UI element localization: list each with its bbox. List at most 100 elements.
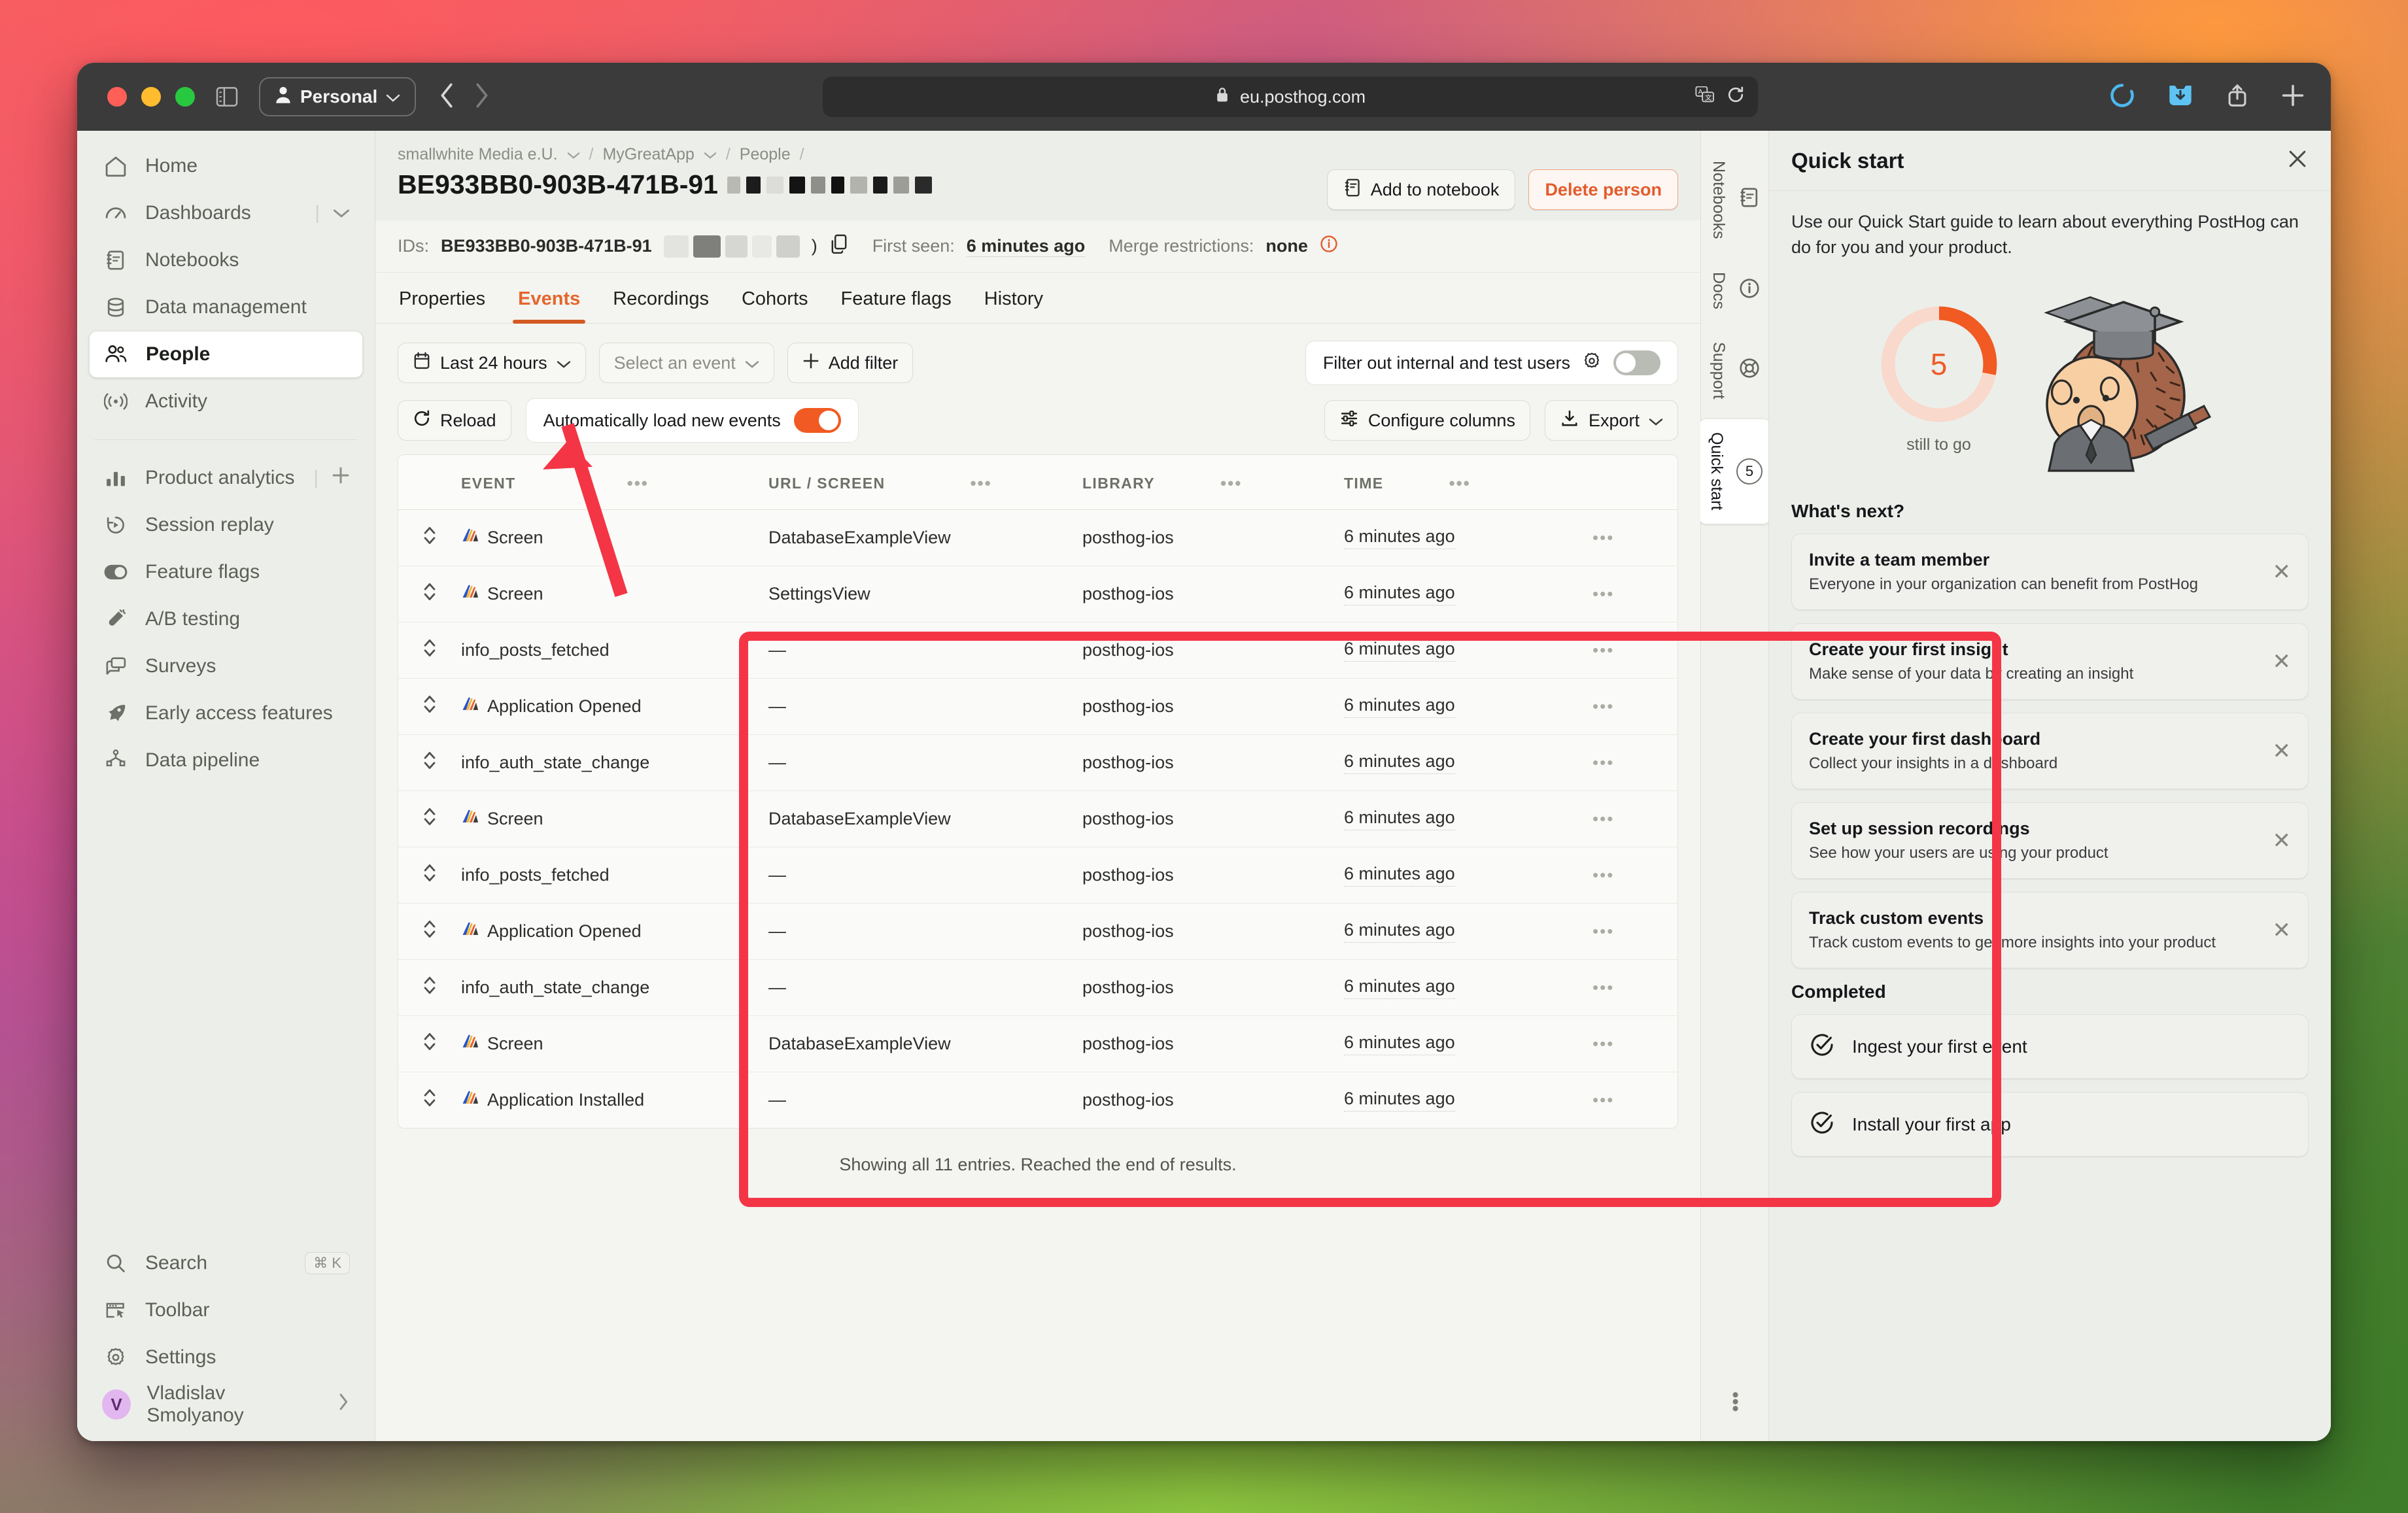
loading-spinner-icon[interactable] <box>2110 83 2135 111</box>
minimize-window-button[interactable] <box>141 87 161 107</box>
table-row[interactable]: info_auth_state_change — posthog-ios 6 minu… <box>398 959 1677 1016</box>
row-menu-button[interactable]: ••• <box>1592 847 1677 904</box>
quick-start-completed-card[interactable]: Install your first app <box>1791 1092 2309 1157</box>
ellipsis-vertical-icon[interactable]: ••• <box>1724 1391 1746 1412</box>
table-row[interactable]: Screen DatabaseExampleView posthog-ios 6 mi… <box>398 509 1677 566</box>
table-row[interactable]: Screen DatabaseExampleView posthog-ios 6 mi… <box>398 790 1677 847</box>
tab-feature-flags[interactable]: Feature flags <box>840 273 953 323</box>
row-menu-button[interactable]: ••• <box>1592 509 1677 566</box>
breadcrumb-people[interactable]: People <box>740 145 791 164</box>
filter-internal-users-toggle[interactable] <box>1613 350 1660 375</box>
breadcrumb-project[interactable]: MyGreatApp <box>602 145 694 164</box>
table-row[interactable]: Application Installed — posthog-ios 6 minut… <box>398 1072 1677 1129</box>
dismiss-icon[interactable]: ✕ <box>2273 559 2292 585</box>
sidebar-item-notebooks[interactable]: Notebooks <box>89 237 363 284</box>
quick-start-task-card[interactable]: Create your first insight Make sense of y… <box>1791 623 2309 700</box>
sidebar-item-ab-testing[interactable]: A/B testing <box>89 596 363 643</box>
quick-start-task-card[interactable]: Invite a team member Everyone in your org… <box>1791 534 2309 611</box>
dismiss-icon[interactable]: ✕ <box>2273 738 2292 764</box>
chevron-down-icon[interactable] <box>567 145 580 164</box>
dismiss-icon[interactable]: ✕ <box>2273 649 2292 675</box>
add-to-notebook-button[interactable]: Add to notebook <box>1326 169 1516 210</box>
column-menu-icon[interactable]: ••• <box>1220 473 1242 494</box>
chevron-down-icon[interactable] <box>333 202 350 224</box>
browser-back-button[interactable] <box>438 82 455 112</box>
add-filter-button[interactable]: Add filter <box>787 343 914 383</box>
translate-icon[interactable]: A文 <box>1695 86 1715 108</box>
row-expand-button[interactable] <box>398 622 461 679</box>
sidebar-toggle-icon[interactable] <box>212 82 242 112</box>
close-icon[interactable] <box>2286 148 2309 173</box>
profile-switcher-button[interactable]: Personal <box>259 77 417 116</box>
sidebar-item-activity[interactable]: Activity <box>89 378 363 425</box>
rail-item-notebooks[interactable]: Notebooks <box>1701 148 1768 252</box>
address-bar[interactable]: eu.posthog.com A文 <box>823 76 1758 117</box>
sidebar-item-session-replay[interactable]: Session replay <box>89 502 363 549</box>
sidebar-item-search[interactable]: Search ⌘ K <box>89 1240 363 1287</box>
table-row[interactable]: Screen DatabaseExampleView posthog-ios 6 mi… <box>398 1015 1677 1072</box>
row-menu-button[interactable]: ••• <box>1592 622 1677 679</box>
plus-icon[interactable] <box>332 466 350 490</box>
auto-load-events-control[interactable]: Automatically load new events <box>525 398 859 443</box>
row-menu-button[interactable]: ••• <box>1592 1015 1677 1072</box>
quick-start-task-card[interactable]: Set up session recordings See how your us… <box>1791 802 2309 879</box>
sidebar-item-surveys[interactable]: Surveys <box>89 643 363 690</box>
row-expand-button[interactable] <box>398 1015 461 1072</box>
row-menu-button[interactable]: ••• <box>1592 959 1677 1016</box>
tab-events[interactable]: Events <box>513 273 586 324</box>
sidebar-item-toolbar[interactable]: Toolbar <box>89 1287 363 1334</box>
row-menu-button[interactable]: ••• <box>1592 678 1677 735</box>
sidebar-item-early-access-features[interactable]: Early access features <box>89 690 363 737</box>
chevron-down-icon[interactable] <box>704 145 717 164</box>
rail-item-docs[interactable]: Docs <box>1701 259 1768 322</box>
dismiss-icon[interactable]: ✕ <box>2273 828 2292 854</box>
row-expand-button[interactable] <box>398 959 461 1016</box>
dismiss-icon[interactable]: ✕ <box>2273 917 2292 944</box>
sidebar-item-data-management[interactable]: Data management <box>89 284 363 331</box>
breadcrumb-organization[interactable]: smallwhite Media e.U. <box>398 145 558 164</box>
sidebar-item-settings[interactable]: Settings <box>89 1334 363 1381</box>
row-expand-button[interactable] <box>398 790 461 847</box>
tab-properties[interactable]: Properties <box>398 273 487 323</box>
chevron-right-icon[interactable] <box>337 1393 350 1416</box>
row-expand-button[interactable] <box>398 566 461 622</box>
row-menu-button[interactable]: ••• <box>1592 790 1677 847</box>
table-row[interactable]: info_posts_fetched — posthog-ios 6 minutes … <box>398 847 1677 904</box>
close-window-button[interactable] <box>107 87 127 107</box>
sidebar-item-user-account[interactable]: V Vladislav Smolyanoy <box>89 1381 363 1428</box>
sidebar-item-data-pipeline[interactable]: Data pipeline <box>89 737 363 784</box>
column-menu-icon[interactable]: ••• <box>970 473 991 494</box>
date-range-selector[interactable]: Last 24 hours <box>398 343 586 383</box>
sidebar-item-dashboards[interactable]: Dashboards | <box>89 190 363 237</box>
table-row[interactable]: Application Opened — posthog-ios 6 minutes … <box>398 903 1677 960</box>
sidebar-item-people[interactable]: People <box>89 331 363 378</box>
gear-icon[interactable] <box>1582 351 1602 375</box>
export-button[interactable]: Export <box>1544 400 1678 441</box>
table-row[interactable]: info_auth_state_change — posthog-ios 6 minu… <box>398 734 1677 791</box>
row-expand-button[interactable] <box>398 509 461 566</box>
sidebar-item-product-analytics[interactable]: Product analytics | <box>89 454 363 502</box>
share-icon[interactable] <box>2226 83 2248 111</box>
row-menu-button[interactable]: ••• <box>1592 734 1677 791</box>
rail-item-quick-start[interactable]: 5 Quick start <box>1698 418 1771 524</box>
row-expand-button[interactable] <box>398 847 461 904</box>
row-expand-button[interactable] <box>398 903 461 960</box>
row-menu-button[interactable]: ••• <box>1592 1072 1677 1129</box>
tab-cohorts[interactable]: Cohorts <box>740 273 810 323</box>
sidebar-item-home[interactable]: Home <box>89 143 363 190</box>
maximize-window-button[interactable] <box>175 87 195 107</box>
info-icon[interactable] <box>1320 235 1338 258</box>
sidebar-item-feature-flags[interactable]: Feature flags <box>89 549 363 596</box>
row-expand-button[interactable] <box>398 734 461 791</box>
table-row[interactable]: Application Opened — posthog-ios 6 minutes … <box>398 678 1677 735</box>
table-row[interactable]: Screen SettingsView posthog-ios 6 minutes a… <box>398 566 1677 622</box>
reload-icon[interactable] <box>1727 86 1745 109</box>
column-menu-icon[interactable]: ••• <box>627 473 649 494</box>
configure-columns-button[interactable]: Configure columns <box>1324 400 1530 441</box>
filter-internal-users-control[interactable]: Filter out internal and test users <box>1305 341 1678 385</box>
quick-start-task-card[interactable]: Track custom events Track custom events t… <box>1791 892 2309 969</box>
row-expand-button[interactable] <box>398 1072 461 1129</box>
row-menu-button[interactable]: ••• <box>1592 566 1677 622</box>
browser-forward-button[interactable] <box>473 82 490 112</box>
copy-icon[interactable] <box>829 233 849 259</box>
